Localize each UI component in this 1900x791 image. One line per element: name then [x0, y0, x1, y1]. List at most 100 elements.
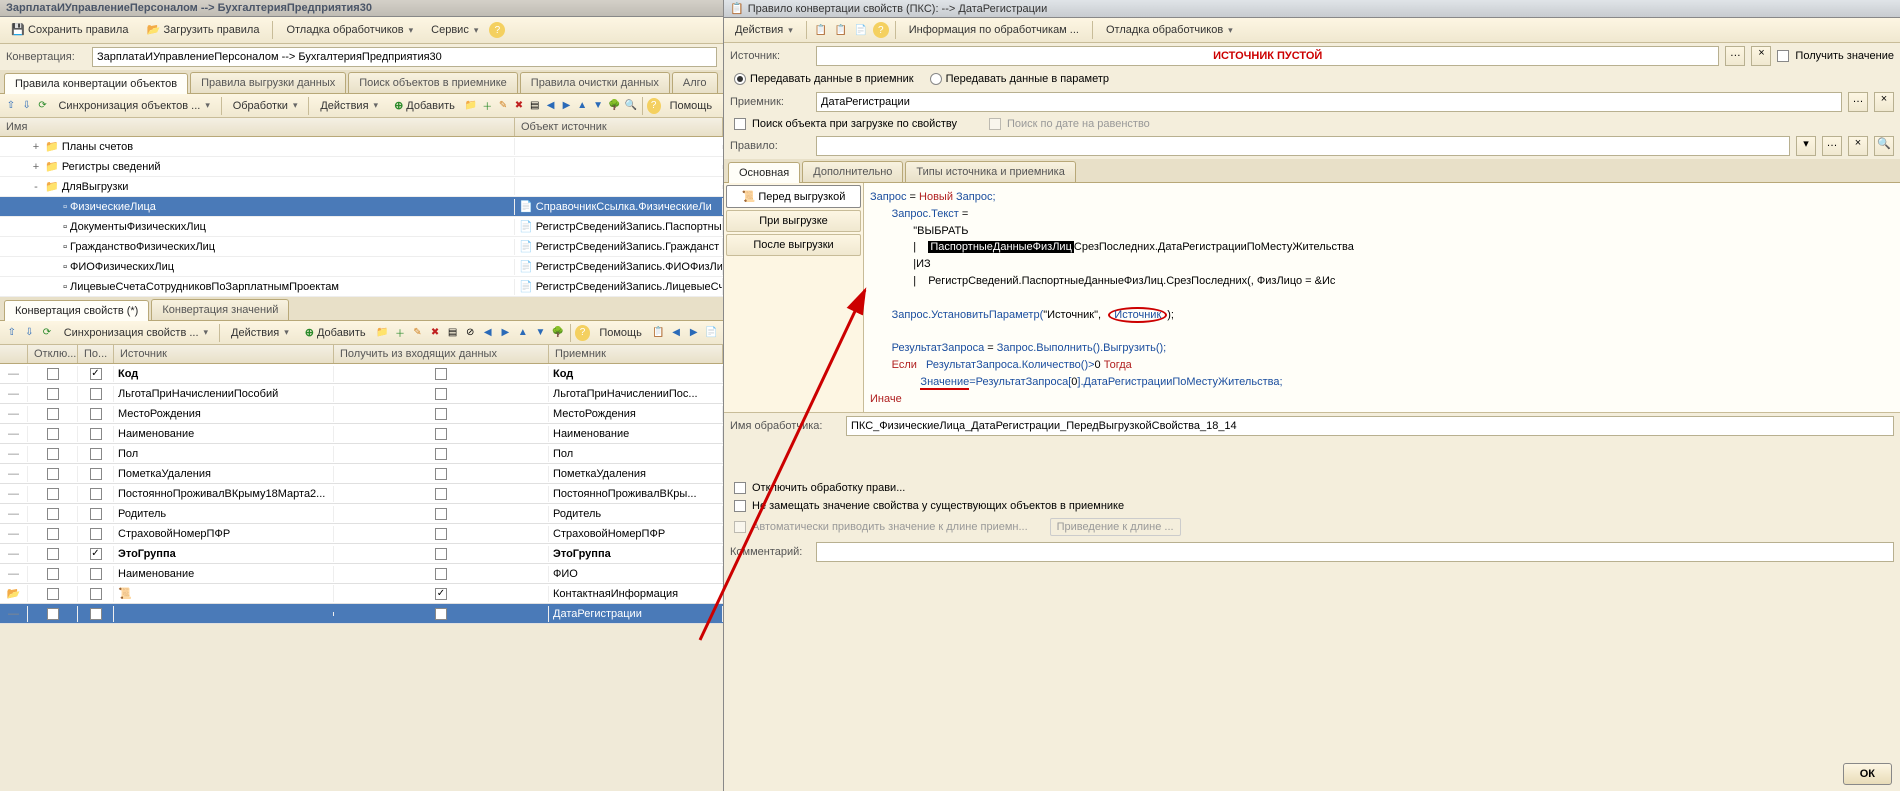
tab-types[interactable]: Типы источника и приемника	[905, 161, 1075, 182]
toggle-icon[interactable]: ⊘	[462, 325, 478, 341]
handler-before-export[interactable]: 📜 Перед выгрузкой	[726, 185, 861, 208]
dialog-help-icon[interactable]: ?	[873, 22, 889, 38]
props-grid[interactable]: —КодКод—ЛьготаПриНачисленииПособийЛьгота…	[0, 364, 723, 624]
load-rules-button[interactable]: 📂Загрузить правила	[139, 20, 266, 40]
source-clear-button[interactable]: ×	[1751, 46, 1771, 66]
rule-search-button[interactable]: 🔍	[1874, 136, 1894, 156]
sync2-icon[interactable]: ⟳	[39, 325, 55, 341]
move-down-icon[interactable]: ▼	[591, 98, 605, 114]
tab-cleanup-rules[interactable]: Правила очистки данных	[520, 72, 670, 93]
tree-row[interactable]: + 📁 Регистры сведений	[0, 157, 723, 177]
grid-header-search[interactable]: По...	[78, 345, 114, 363]
rule-dd-button[interactable]: ▾	[1796, 136, 1816, 156]
tree-header-source[interactable]: Объект источник	[515, 118, 723, 136]
conversion-input[interactable]	[92, 47, 717, 67]
next2-icon[interactable]: ▶	[498, 325, 514, 341]
grid-header-off[interactable]: Отклю...	[28, 345, 78, 363]
up2-icon[interactable]: ⇧	[4, 325, 20, 341]
tab-props-conversion[interactable]: Конвертация свойств (*)	[4, 300, 149, 321]
grid-header-incoming[interactable]: Получить из входящих данных	[334, 345, 549, 363]
grid-header-dest[interactable]: Приемник	[549, 345, 723, 363]
handler-after-export[interactable]: После выгрузки	[726, 234, 861, 256]
tree-row[interactable]: ▫ ФизическиеЛица📄 СправочникСсылка.Физич…	[0, 197, 723, 217]
move-down2-icon[interactable]: ▼	[533, 325, 549, 341]
extra1-icon[interactable]: 📋	[651, 325, 667, 341]
grid-row[interactable]: —НаименованиеФИО	[0, 564, 723, 584]
add2-button[interactable]: ⊕Добавить	[298, 323, 373, 342]
add-button[interactable]: ⊕Добавить	[387, 96, 462, 115]
radio-to-dest[interactable]	[734, 73, 746, 85]
tab-conversion-rules[interactable]: Правила конвертации объектов	[4, 73, 188, 94]
processing-dropdown[interactable]: Обработки	[226, 97, 305, 115]
rule-ellipsis-button[interactable]: …	[1822, 136, 1842, 156]
extra2-icon[interactable]: ◀	[668, 325, 684, 341]
help-icon[interactable]: ?	[489, 22, 505, 38]
dest-ellipsis-button[interactable]: …	[1848, 92, 1868, 112]
grid-row[interactable]: —ПолПол	[0, 444, 723, 464]
next-icon[interactable]: ▶	[560, 98, 574, 114]
search-date-checkbox[interactable]	[989, 118, 1001, 130]
up-icon[interactable]: ⇧	[4, 98, 18, 114]
source-ellipsis-button[interactable]: …	[1725, 46, 1745, 66]
grid-row[interactable]: 📂📜КонтактнаяИнформация	[0, 584, 723, 604]
dialog-icon1[interactable]: 📋	[813, 22, 829, 38]
tree-row[interactable]: + 📁 Планы счетов	[0, 137, 723, 157]
grid-row[interactable]: —ЭтоГруппаЭтоГруппа	[0, 544, 723, 564]
dialog-icon2[interactable]: 📋	[833, 22, 849, 38]
sync-objects-button[interactable]: Синхронизация объектов ...	[51, 97, 216, 115]
sync-props-button[interactable]: Синхронизация свойств ...	[57, 324, 215, 342]
search-prop-checkbox[interactable]	[734, 118, 746, 130]
grid-row[interactable]: —ДатаРегистрации	[0, 604, 723, 624]
tab-object-search[interactable]: Поиск объектов в приемнике	[348, 72, 518, 93]
ok-button[interactable]: ОК	[1843, 763, 1892, 785]
add-folder2-icon[interactable]: 📁	[375, 325, 391, 341]
info-handlers-button[interactable]: Информация по обработчикам ...	[902, 21, 1086, 39]
sync-icon[interactable]: ⟳	[36, 98, 50, 114]
handler-on-export[interactable]: При выгрузке	[726, 210, 861, 232]
actions2-dropdown[interactable]: Действия	[224, 324, 296, 342]
tree-row[interactable]: ▫ ДокументыФизическихЛиц📄 РегистрСведени…	[0, 217, 723, 237]
grid-row[interactable]: —СтраховойНомерПФРСтраховойНомерПФР	[0, 524, 723, 544]
actions-dropdown[interactable]: Действия	[313, 97, 385, 115]
auto-len-checkbox[interactable]	[734, 521, 746, 533]
get-value-checkbox[interactable]	[1777, 50, 1789, 62]
grid-row[interactable]: —ЛьготаПриНачисленииПособийЛьготаПриНачи…	[0, 384, 723, 404]
comment-input[interactable]	[816, 542, 1894, 562]
grid-row[interactable]: —КодКод	[0, 364, 723, 384]
add-item2-icon[interactable]: ＋	[392, 325, 408, 341]
add-item-icon[interactable]: ＋	[480, 98, 494, 114]
tree-row[interactable]: - 📁 ДляВыгрузки	[0, 177, 723, 197]
prev-icon[interactable]: ◀	[544, 98, 558, 114]
tab-export-rules[interactable]: Правила выгрузки данных	[190, 72, 346, 93]
dialog-icon3[interactable]: 📄	[853, 22, 869, 38]
grid-row[interactable]: —ПометкаУдаленияПометкаУдаления	[0, 464, 723, 484]
rule-clear-button[interactable]: ×	[1848, 136, 1868, 156]
source-input[interactable]: ИСТОЧНИК ПУСТОЙ	[816, 46, 1719, 66]
disable-processing-checkbox[interactable]	[734, 482, 746, 494]
service-dropdown[interactable]: Сервис	[424, 21, 485, 39]
dialog-actions-dropdown[interactable]: Действия	[728, 21, 800, 39]
help-button[interactable]: Помощь	[663, 97, 720, 115]
help2-button[interactable]: Помощь	[592, 324, 649, 342]
dest-input[interactable]	[816, 92, 1842, 112]
dialog-debug-dropdown[interactable]: Отладка обработчиков	[1099, 21, 1240, 39]
handler-name-input[interactable]	[846, 416, 1894, 436]
debug-handlers-dropdown[interactable]: Отладка обработчиков	[279, 21, 420, 39]
grid-row[interactable]: —МестоРожденияМестоРождения	[0, 404, 723, 424]
objects-tree[interactable]: + 📁 Планы счетов+ 📁 Регистры сведений- 📁…	[0, 137, 723, 297]
grid-row[interactable]: —ПостоянноПроживалВКрыму18Марта2...Посто…	[0, 484, 723, 504]
tree-row[interactable]: ▫ ГражданствоФизическихЛиц📄 РегистрСведе…	[0, 237, 723, 257]
down-icon[interactable]: ⇩	[20, 98, 34, 114]
add-folder-icon[interactable]: 📁	[464, 98, 478, 114]
down2-icon[interactable]: ⇩	[22, 325, 38, 341]
edit2-icon[interactable]: ✎	[410, 325, 426, 341]
delete-icon[interactable]: ✖	[512, 98, 526, 114]
delete2-icon[interactable]: ✖	[427, 325, 443, 341]
tab-advanced[interactable]: Дополнительно	[802, 161, 903, 182]
rule-input[interactable]	[816, 136, 1790, 156]
help2-icon[interactable]: ?	[647, 98, 661, 114]
help3-icon[interactable]: ?	[575, 325, 591, 341]
edit-icon[interactable]: ✎	[496, 98, 510, 114]
tree-row[interactable]: ▫ ФИОФизическихЛиц📄 РегистрСведенийЗапис…	[0, 257, 723, 277]
tab-values-conversion[interactable]: Конвертация значений	[151, 299, 289, 320]
